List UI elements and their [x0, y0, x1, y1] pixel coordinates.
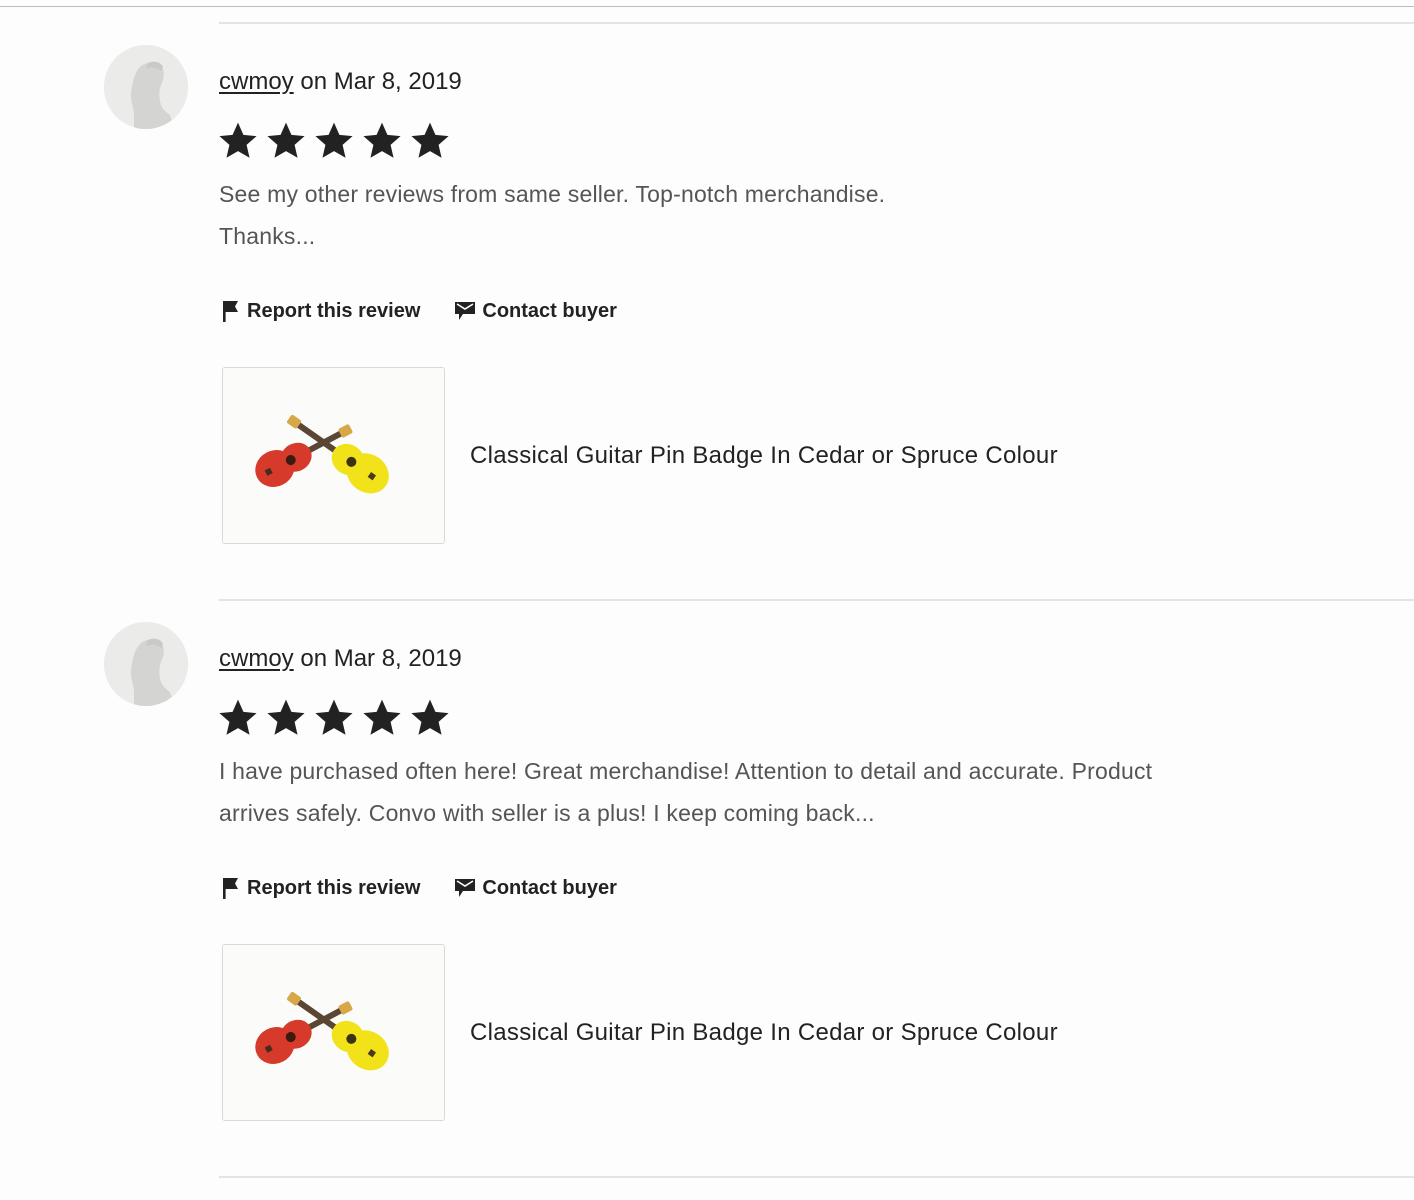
review-byline: cwmoy on Mar 8, 2019: [219, 67, 462, 97]
star-rating: [217, 120, 451, 162]
avatar[interactable]: [104, 45, 188, 129]
star-filled-icon: [315, 699, 353, 735]
review-actions: Report this review Contact buyer: [221, 876, 617, 900]
review-text-line: See my other reviews from same seller. T…: [219, 181, 886, 207]
report-review-button[interactable]: Report this review: [221, 876, 420, 900]
message-bubble-icon: [455, 302, 476, 320]
listing-card[interactable]: Classical Guitar Pin Badge In Cedar or S…: [222, 367, 1058, 544]
star-filled-icon: [411, 122, 449, 158]
report-review-button[interactable]: Report this review: [221, 299, 420, 323]
star-filled-icon: [219, 699, 257, 735]
report-review-label: Report this review: [247, 299, 421, 322]
review-text: I have purchased often here! Great merch…: [219, 750, 1299, 834]
review-divider: [219, 1176, 1414, 1178]
review-text-line: I have purchased often here! Great merch…: [219, 758, 1153, 784]
avatar[interactable]: [104, 622, 188, 706]
star-filled-icon: [267, 699, 305, 735]
review-date: on Mar 8, 2019: [300, 645, 462, 672]
flag-icon: [223, 878, 238, 899]
review-text-line: arrives safely. Convo with seller is a p…: [219, 800, 875, 826]
review-text: See my other reviews from same seller. T…: [219, 173, 1299, 257]
reviewer-link[interactable]: cwmoy: [219, 68, 294, 95]
contact-buyer-label: Contact buyer: [482, 299, 617, 322]
top-border: [0, 0, 1414, 7]
default-user-silhouette-icon: [104, 45, 188, 129]
listing-title-link[interactable]: Classical Guitar Pin Badge In Cedar or S…: [470, 442, 1058, 470]
review-text-line: Thanks...: [219, 223, 316, 249]
flag-icon: [223, 301, 238, 322]
star-filled-icon: [267, 122, 305, 158]
star-filled-icon: [219, 122, 257, 158]
listing-thumbnail[interactable]: [222, 944, 445, 1121]
star-filled-icon: [411, 699, 449, 735]
listing-thumbnail[interactable]: [222, 367, 445, 544]
reviews-page: cwmoy on Mar 8, 2019 See my other review…: [0, 0, 1414, 1200]
message-bubble-icon: [455, 879, 476, 897]
review-item: cwmoy on Mar 8, 2019 See my other review…: [0, 23, 1414, 583]
reviewer-link[interactable]: cwmoy: [219, 645, 294, 672]
contact-buyer-button[interactable]: Contact buyer: [454, 299, 617, 323]
default-user-silhouette-icon: [104, 622, 188, 706]
review-item: cwmoy on Mar 8, 2019 I have purchased of…: [0, 600, 1414, 1160]
report-review-label: Report this review: [247, 876, 421, 899]
review-byline: cwmoy on Mar 8, 2019: [219, 644, 462, 674]
guitar-pin-image: [223, 945, 444, 1120]
star-filled-icon: [363, 699, 401, 735]
listing-title-link[interactable]: Classical Guitar Pin Badge In Cedar or S…: [470, 1019, 1058, 1047]
review-actions: Report this review Contact buyer: [221, 299, 617, 323]
contact-buyer-label: Contact buyer: [482, 876, 617, 899]
review-date: on Mar 8, 2019: [300, 68, 462, 95]
contact-buyer-button[interactable]: Contact buyer: [454, 876, 617, 900]
star-filled-icon: [315, 122, 353, 158]
star-rating: [217, 697, 451, 739]
listing-card[interactable]: Classical Guitar Pin Badge In Cedar or S…: [222, 944, 1058, 1121]
guitar-pin-image: [223, 368, 444, 543]
star-filled-icon: [363, 122, 401, 158]
